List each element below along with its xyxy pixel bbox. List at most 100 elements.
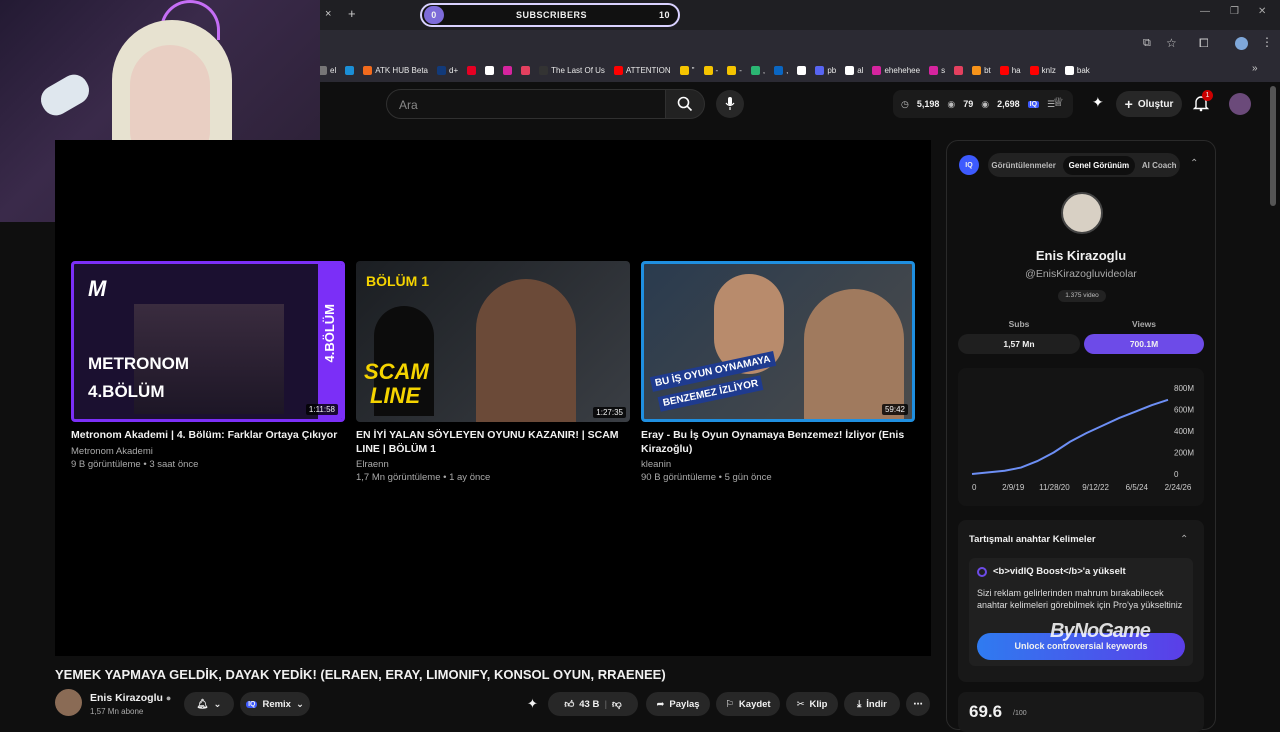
create-button[interactable]: + Oluştur [1116,91,1182,117]
subs-toggle[interactable]: 1,57 Mn [958,334,1080,354]
install-icon[interactable]: ⧉ [1143,37,1151,50]
extensions-icon[interactable]: ⧠ [1199,36,1209,51]
new-tab-button[interactable]: + [348,6,356,21]
trophy-icon[interactable]: ♕ [1053,95,1064,109]
bookmark-item[interactable]: knlz [1029,65,1056,75]
bookmark-item[interactable]: - [727,65,742,75]
vidiq-stats-bar[interactable]: ◷ 5,198 ◉ 79 ◉ 2,698 IQ ☰ [893,90,1073,118]
menu-icon[interactable]: ⋮ [1261,35,1273,49]
chevron-down-icon: ⌄ [295,698,304,710]
search-input[interactable]: Ara [386,89,666,119]
card-channel[interactable]: kleanin [641,459,671,470]
bookmark-item[interactable] [485,65,495,75]
bookmark-label: ha [1011,65,1021,75]
views-toggle[interactable]: 700.1M [1084,334,1204,354]
bookmark-favicon-icon [467,65,477,75]
voice-search-button[interactable] [716,90,744,118]
x-tick-label: 0 [972,483,977,492]
thumbnail-3[interactable]: BU İŞ OYUN OYNAMAYA BENZEMEZ İZLİYOR 59:… [641,261,915,422]
vidiq-tabs: Görüntülenmeler Genel Görünüm AI Coach [988,153,1180,177]
bookmark-item[interactable] [467,65,477,75]
page-scrollbar[interactable] [1270,86,1276,206]
minimize-icon[interactable]: — [1200,6,1210,17]
bookmark-item[interactable] [521,65,531,75]
bookmark-item[interactable]: pb [815,65,837,75]
bookmark-favicon-icon [521,65,531,75]
search-icon [677,96,693,112]
y-tick-label: 200M [1174,449,1194,458]
channel-name[interactable]: Enis Kirazoglu ● [90,692,171,704]
bookmark-item[interactable] [797,65,807,75]
bookmark-item[interactable]: s [929,65,945,75]
keywords-collapse-icon[interactable]: ⌃ [1180,534,1188,545]
more-actions-button[interactable]: ⋯ [906,692,930,716]
card-title[interactable]: EN İYİ YALAN SÖYLEYEN OYUNU KAZANIR! | S… [356,428,630,456]
subscribed-bell-button[interactable]: 🔔︎ ⌄ [184,692,234,716]
share-button[interactable]: ➦ Paylaş [646,692,710,716]
stat-c: 2,698 [997,99,1020,109]
share-icon: ➦ [656,698,665,710]
bookmark-favicon-icon [845,65,855,75]
bookmark-item[interactable]: bak [1064,65,1090,75]
search-button[interactable] [665,89,705,119]
clock-icon: ◷ [901,98,909,109]
bookmark-item[interactable]: bt [972,65,991,75]
bookmark-item[interactable]: d+ [437,65,458,75]
bookmark-item[interactable]: ATK HUB Beta [363,65,428,75]
score-max: /100 [1013,710,1027,717]
bookmark-item[interactable]: al [845,65,863,75]
save-button[interactable]: ⚐ Kaydet [716,692,780,716]
bookmark-favicon-icon [872,65,882,75]
bookmark-favicon-icon [539,65,549,75]
thumb-person-b [804,289,904,419]
bookmark-item[interactable]: , [750,65,765,75]
sparkle-icon[interactable]: ✦ [1092,94,1104,111]
card-title[interactable]: Eray - Bu İş Oyun Oynamaya Benzemez! İzl… [641,428,915,456]
sparkle-icon[interactable]: ✦ [527,696,538,712]
tab-views[interactable]: Görüntülenmeler [991,161,1055,170]
more-bookmarks-icon[interactable]: » [1252,63,1258,74]
channel-avatar[interactable] [55,689,82,716]
side-channel-handle[interactable]: @EnisKirazogluvideolar [946,268,1216,280]
card-channel[interactable]: Metronom Akademi [71,446,153,457]
account-avatar[interactable] [1229,93,1251,115]
bookmark-favicon-icon [503,65,513,75]
bookmark-item[interactable] [503,65,513,75]
tab-overview[interactable]: Genel Görünüm [1062,155,1136,175]
bookmark-item[interactable]: - [703,65,718,75]
bookmark-label: pb [827,65,837,75]
like-dislike-group[interactable]: 👍︎ 43 B | 👎︎ [548,692,638,716]
card-title[interactable]: Metronom Akademi | 4. Bölüm: Farklar Ort… [71,428,345,442]
bookmark-star-icon[interactable]: ☆ [1166,36,1177,50]
bookmark-label: , [786,65,789,75]
close-window-icon[interactable]: ✕ [1258,6,1266,17]
download-button[interactable]: ⤓ İndir [844,692,900,716]
bookmark-item[interactable]: " [679,65,695,75]
card-channel[interactable]: Elraenn [356,459,389,470]
notifications-button[interactable]: 1 [1192,90,1213,114]
y-tick-label: 600M [1174,406,1194,415]
views-series-line [971,398,1169,475]
thumbnail-1[interactable]: M METRONOM 4.BÖLÜM 4.BÖLÜM 1:11:58 [71,261,345,422]
bookmark-label: el [330,65,337,75]
remix-button[interactable]: IQ Remix ⌄ [240,692,310,716]
bookmark-item[interactable]: ATTENTION [613,65,671,75]
bookmark-favicon-icon [929,65,939,75]
clip-button[interactable]: ✂ Klip [786,692,838,716]
collapse-icon[interactable]: ⌃ [1190,158,1198,169]
thumbnail-2[interactable]: BÖLÜM 1 SCAM LINE 1:27:35 [356,261,630,422]
bookmark-item[interactable] [954,65,964,75]
more-icon: ⋯ [913,698,923,710]
close-tab-icon[interactable]: × [325,8,331,20]
bookmark-item[interactable]: ha [999,65,1021,75]
bookmark-item[interactable]: el [318,65,337,75]
bookmark-item[interactable]: ehehehee [872,65,920,75]
bookmark-item[interactable] [345,65,355,75]
y-tick-label: 800M [1174,384,1194,393]
profile-icon[interactable] [1235,37,1248,50]
maximize-icon[interactable]: ❐ [1230,6,1239,17]
bookmark-item[interactable]: The Last Of Us [539,65,605,75]
channel-avatar-large [1061,192,1103,234]
bookmark-item[interactable]: , [774,65,789,75]
tab-ai-coach[interactable]: AI Coach [1142,161,1177,170]
